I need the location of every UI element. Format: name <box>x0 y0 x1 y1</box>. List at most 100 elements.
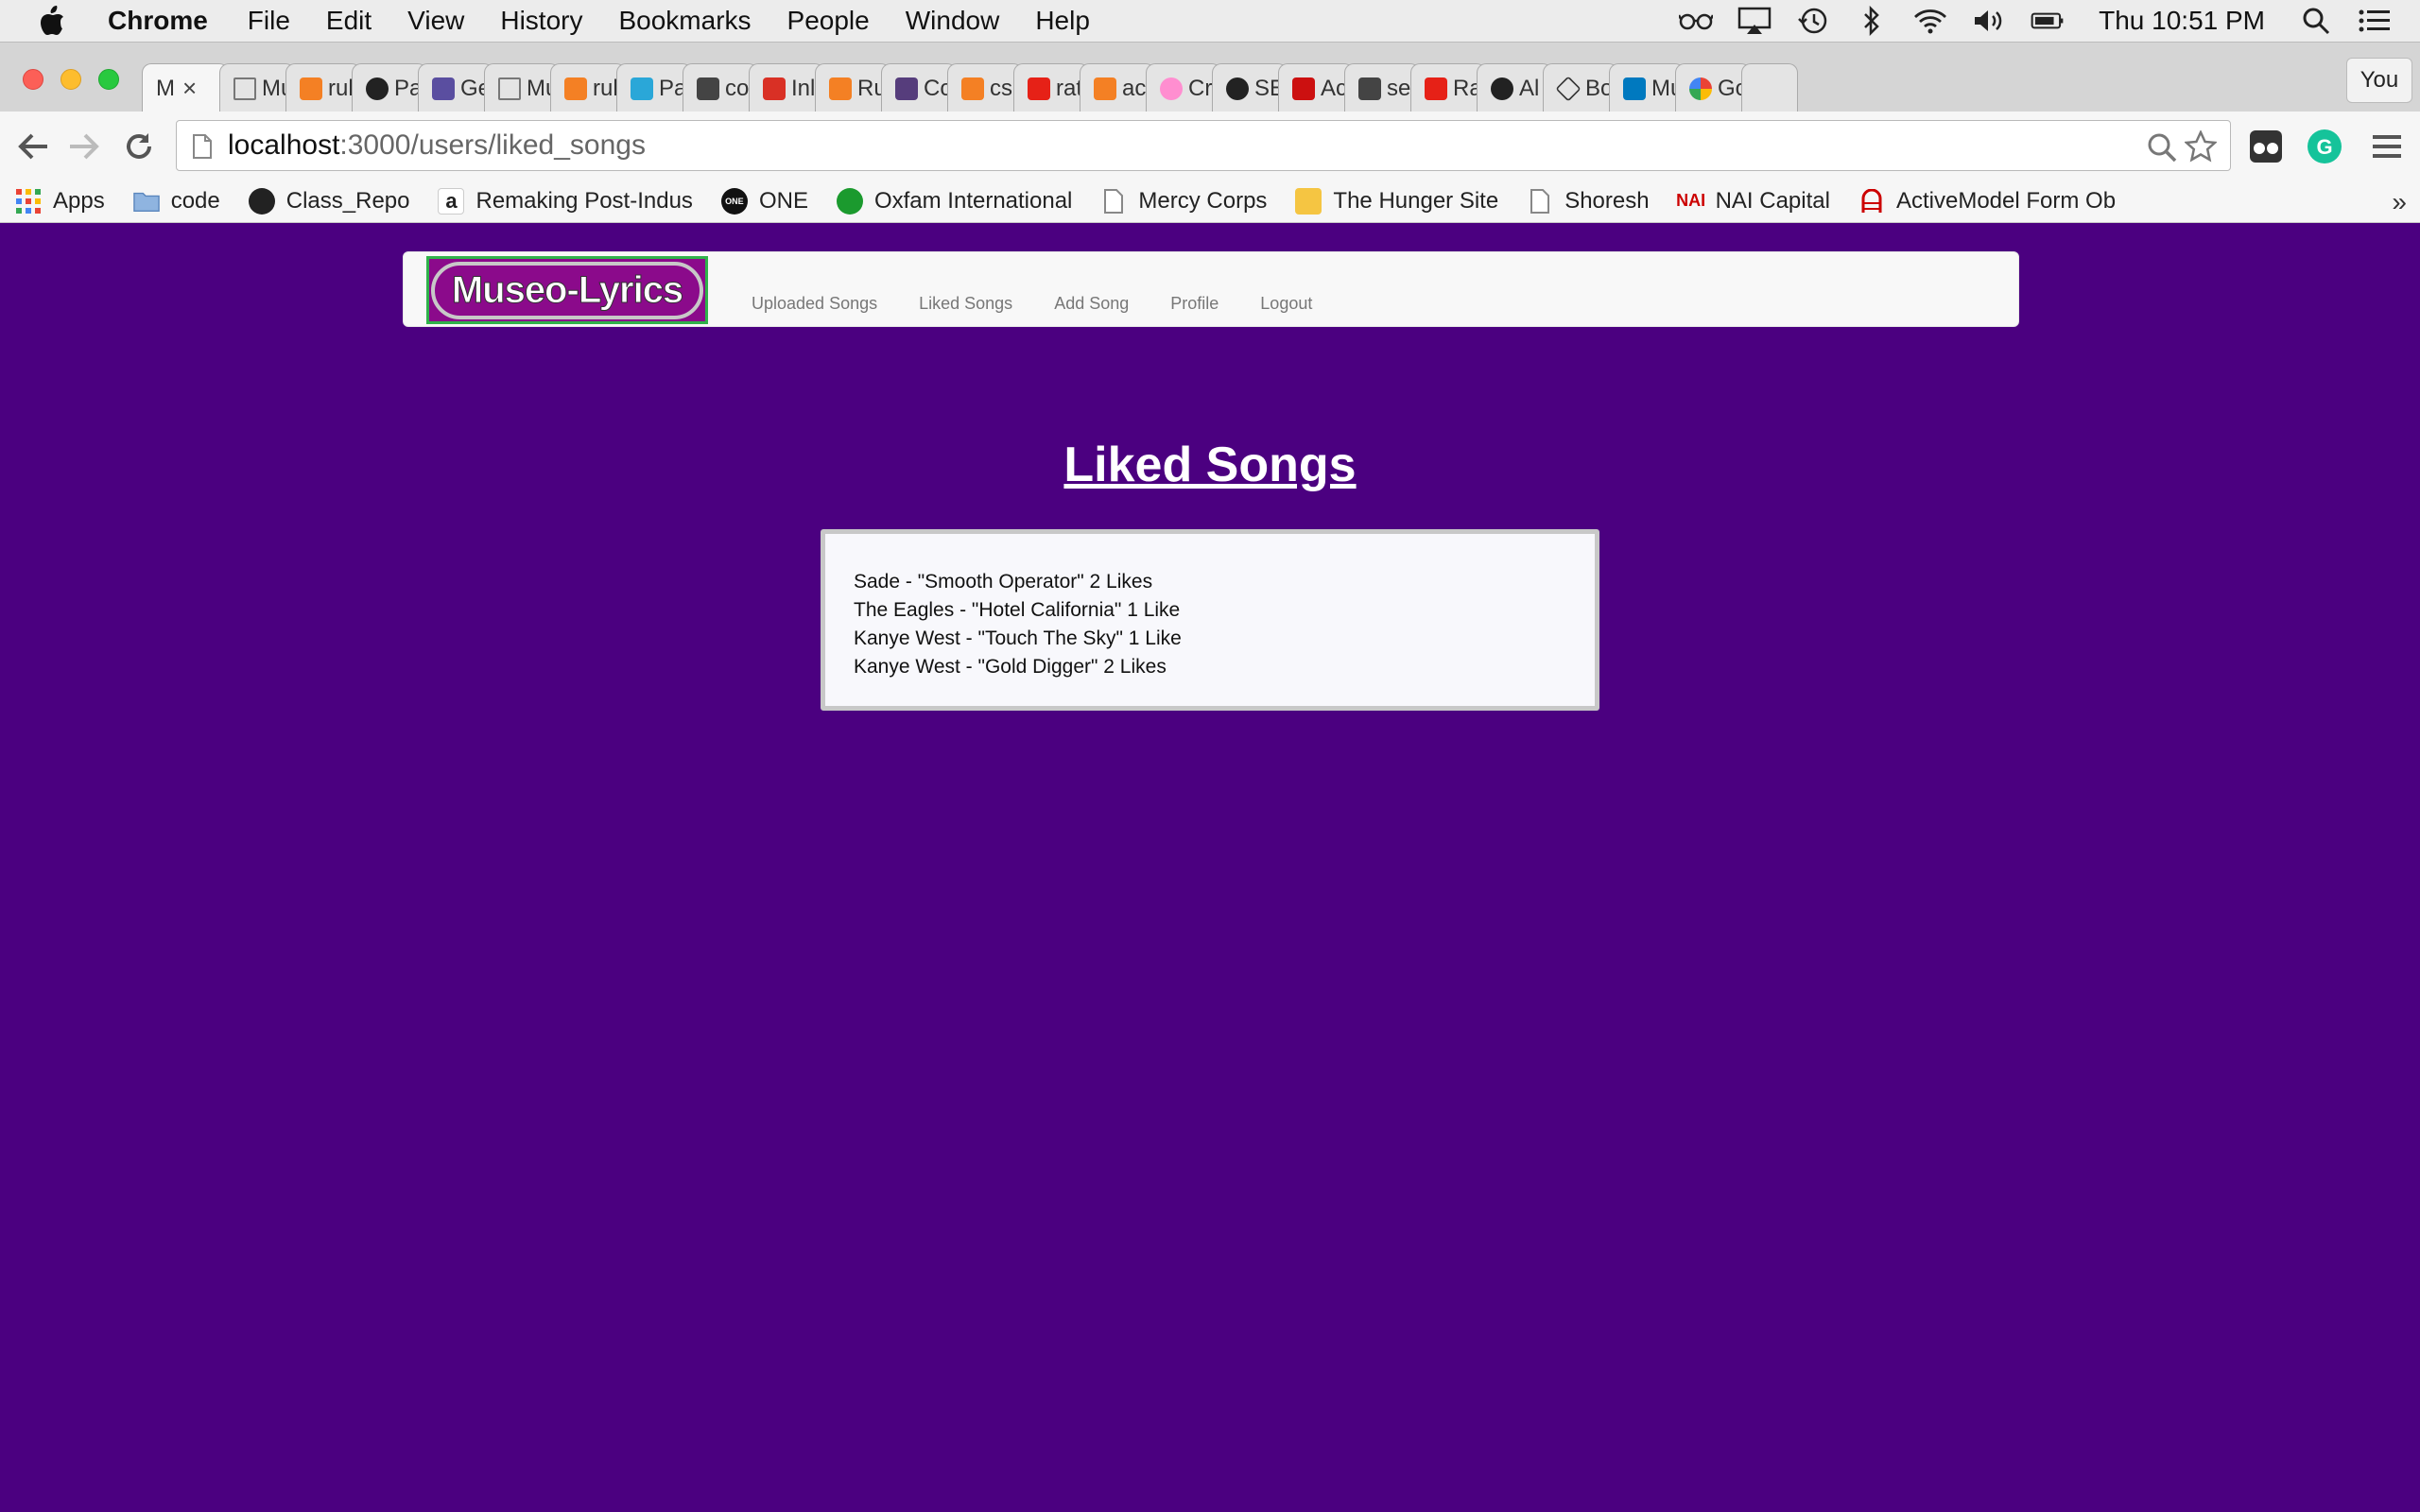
bookmark-label: Remaking Post-Indus <box>475 187 693 214</box>
bookmark-oxfam[interactable]: Oxfam International <box>836 187 1072 215</box>
zoom-magnifier-icon[interactable] <box>2147 132 2177 170</box>
menu-window[interactable]: Window <box>906 6 1000 36</box>
address-bar[interactable]: localhost:3000/users/liked_songs <box>176 120 2231 171</box>
menu-bar-clock[interactable]: Thu 10:51 PM <box>2099 6 2265 36</box>
menu-view[interactable]: View <box>407 6 464 36</box>
tab[interactable]: Mu <box>1609 63 1685 112</box>
tab-label: Inl <box>791 75 816 101</box>
extension-glasses-icon[interactable] <box>2248 129 2284 164</box>
window-minimize-button[interactable] <box>60 69 81 90</box>
bookmark-folder-code[interactable]: code <box>132 187 220 215</box>
menu-file[interactable]: File <box>248 6 290 36</box>
volume-icon[interactable] <box>1972 7 2006 35</box>
list-item: The Eagles - "Hotel California" 1 Like <box>854 599 1181 621</box>
notification-center-icon[interactable] <box>2358 7 2392 35</box>
bookmark-activemodel-form[interactable]: ActiveModel Form Ob <box>1858 188 2116 215</box>
bluetooth-icon[interactable] <box>1855 6 1889 36</box>
tab[interactable]: Cr <box>1146 63 1221 112</box>
tab[interactable]: Al <box>1477 63 1552 112</box>
tab-label: rul <box>328 75 354 101</box>
menu-help[interactable]: Help <box>1035 6 1090 36</box>
new-tab-button[interactable] <box>1741 63 1798 112</box>
menu-app-name[interactable]: Chrome <box>108 6 208 36</box>
reload-icon[interactable] <box>121 129 157 164</box>
menu-people[interactable]: People <box>787 6 870 36</box>
bookmark-shoresh[interactable]: Shoresh <box>1527 188 1650 215</box>
tab[interactable]: Pa <box>616 63 692 112</box>
document-icon <box>631 77 653 100</box>
tab[interactable]: SE <box>1212 63 1288 112</box>
nav-link-add-song[interactable]: Add Song <box>1054 294 1129 314</box>
tab[interactable]: Mu <box>484 63 560 112</box>
page-icon <box>498 77 521 100</box>
nav-link-logout[interactable]: Logout <box>1260 294 1312 314</box>
airplay-icon[interactable] <box>1737 7 1772 35</box>
list-item: Kanye West - "Touch The Sky" 1 Like <box>854 627 1182 649</box>
tab-label: cs <box>990 75 1012 101</box>
glasses-icon[interactable] <box>1679 7 1714 35</box>
tab[interactable]: rul <box>550 63 626 112</box>
back-arrow-icon[interactable] <box>15 129 51 164</box>
nav-link-uploaded-songs[interactable]: Uploaded Songs <box>752 294 877 314</box>
tab[interactable]: Pa <box>352 63 427 112</box>
bookmarks-bar: Apps code Class_Repo a Remaking Post-Ind… <box>0 180 2420 223</box>
bookmark-class-repo[interactable]: Class_Repo <box>248 187 409 215</box>
tab[interactable]: ac <box>1080 63 1155 112</box>
tab[interactable]: rul <box>285 63 361 112</box>
tab[interactable]: Co <box>881 63 957 112</box>
window-close-button[interactable] <box>23 69 43 90</box>
bookmark-nai-capital[interactable]: NAI NAI Capital <box>1676 188 1830 215</box>
bookmark-star-icon[interactable] <box>2184 129 2218 170</box>
time-machine-icon[interactable] <box>1796 7 1830 35</box>
menu-edit[interactable]: Edit <box>326 6 372 36</box>
menu-bookmarks[interactable]: Bookmarks <box>618 6 751 36</box>
window-zoom-button[interactable] <box>98 69 119 90</box>
bookmark-mercy-corps[interactable]: Mercy Corps <box>1100 188 1267 215</box>
tab-label: Al <box>1519 75 1540 101</box>
tab[interactable]: Mu <box>219 63 295 112</box>
tab[interactable]: se <box>1344 63 1420 112</box>
tab[interactable]: Inl <box>749 63 824 112</box>
grammarly-icon[interactable]: G <box>2307 129 2342 164</box>
tab-active[interactable]: M × <box>142 63 229 112</box>
chrome-menu-icon[interactable] <box>2369 129 2405 164</box>
tab[interactable]: cs <box>947 63 1023 112</box>
devdocs-icon <box>1358 77 1381 100</box>
stackoverflow-icon <box>961 77 984 100</box>
one-logo-icon: ONE <box>720 187 748 215</box>
bookmark-apps[interactable]: Apps <box>15 188 105 215</box>
page-info-icon[interactable] <box>192 134 213 159</box>
heart-icon <box>1160 77 1183 100</box>
apple-icon[interactable] <box>38 5 66 37</box>
nav-link-profile[interactable]: Profile <box>1170 294 1219 314</box>
bookmark-hunger-site[interactable]: The Hunger Site <box>1295 187 1498 215</box>
tab[interactable]: co <box>683 63 758 112</box>
battery-icon[interactable] <box>2031 7 2065 35</box>
google-icon <box>1689 77 1712 100</box>
bookmark-remaking-post-industrial[interactable]: a Remaking Post-Indus <box>438 187 693 215</box>
bookmark-one[interactable]: ONE ONE <box>720 187 808 215</box>
bookmarks-overflow-chevron-icon[interactable]: » <box>2392 187 2407 217</box>
forward-arrow-icon[interactable] <box>66 129 102 164</box>
bootstrap-icon <box>895 77 918 100</box>
tab[interactable]: Ac <box>1278 63 1354 112</box>
tab[interactable]: Ge <box>418 63 493 112</box>
wifi-icon[interactable] <box>1913 7 1947 35</box>
nav-link-liked-songs[interactable]: Liked Songs <box>919 294 1012 314</box>
tab-close-icon[interactable]: × <box>182 74 197 103</box>
page-icon <box>233 77 256 100</box>
list-item: Kanye West - "Gold Digger" 2 Likes <box>854 656 1167 678</box>
tab[interactable]: Bo <box>1543 63 1618 112</box>
spotlight-search-icon[interactable] <box>2299 7 2333 35</box>
tab[interactable]: Ru <box>815 63 890 112</box>
menu-history[interactable]: History <box>500 6 582 36</box>
tab[interactable]: Ra <box>1410 63 1486 112</box>
tab[interactable]: rat <box>1013 63 1089 112</box>
site-logo[interactable]: Museo-Lyrics <box>426 256 708 324</box>
tab-active-label: M <box>156 75 175 101</box>
bookmark-label: code <box>170 187 220 214</box>
ruby-icon <box>1292 77 1315 100</box>
profile-button[interactable]: You <box>2346 58 2412 103</box>
tab[interactable]: Go <box>1675 63 1751 112</box>
nai-logo-icon: NAI <box>1676 191 1706 210</box>
